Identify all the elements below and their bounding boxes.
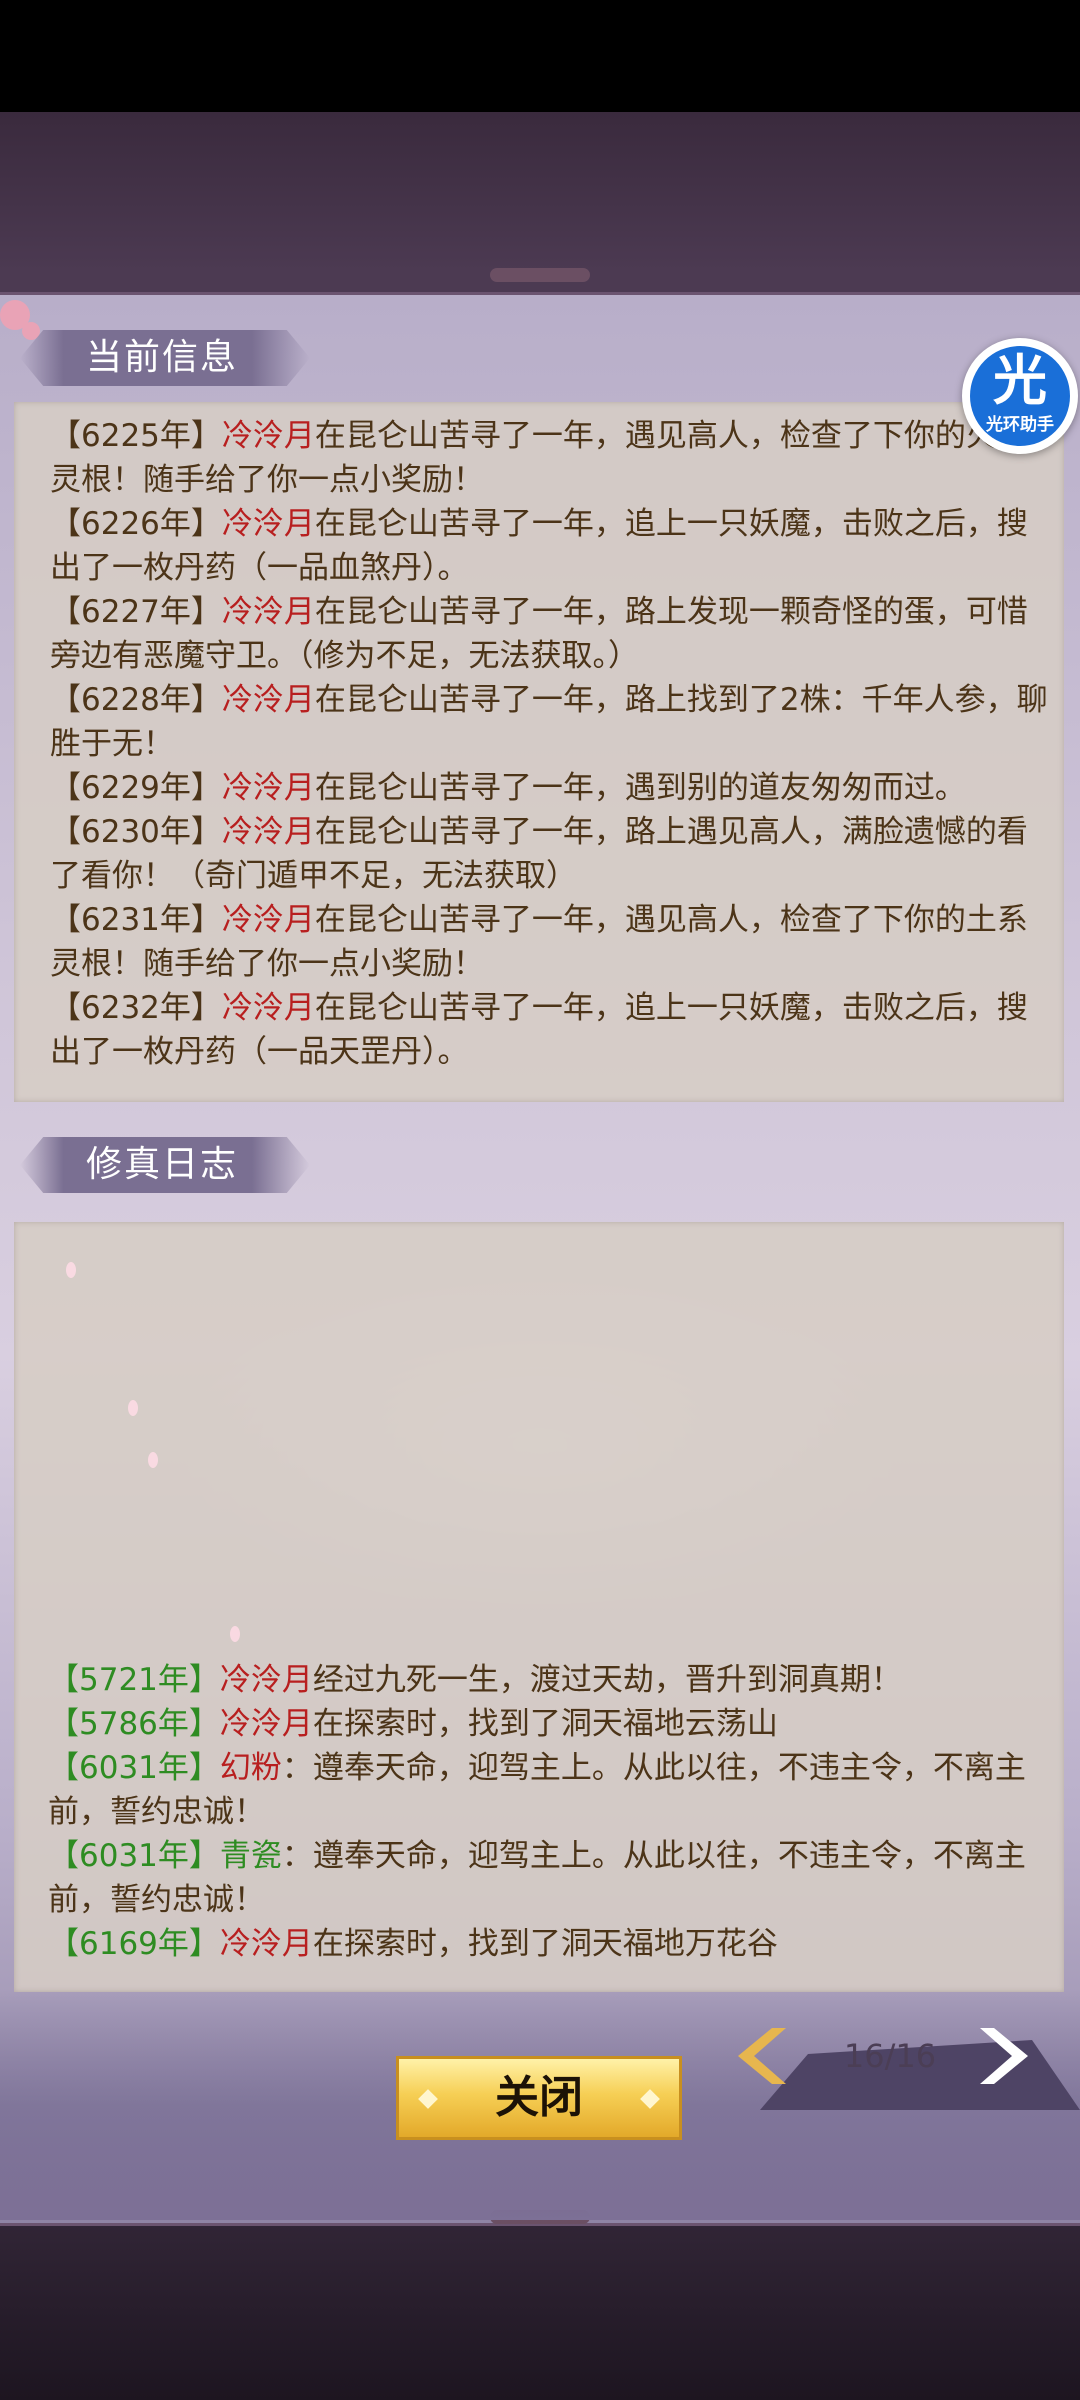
entry-year: 【6227年】 [50, 594, 222, 630]
entry-text: 在昆仑山苦寻了一年，遇到别的道友匆匆而过。 [314, 770, 966, 806]
log-entry: 【5786年】冷泠月在探索时，找到了洞天福地云荡山 [48, 1702, 1048, 1746]
prev-page-button[interactable] [736, 2026, 788, 2086]
log-entry: 【6230年】冷泠月在昆仑山苦寻了一年，路上遇见高人，满脸遗憾的看了看你！（奇门… [50, 810, 1050, 898]
helper-label: 光环助手 [986, 415, 1054, 435]
entry-year: 【6232年】 [50, 990, 222, 1026]
current-info-panel[interactable]: 【6225年】冷泠月在昆仑山苦寻了一年，遇见高人，检查了下你的火系灵根！随手给了… [14, 402, 1064, 1102]
entry-name: 冷泠月 [221, 594, 315, 630]
log-entry: 【6169年】冷泠月在探索时，找到了洞天福地万花谷 [48, 1922, 1048, 1966]
entry-year: 【6031年】 [48, 1838, 220, 1874]
entry-year: 【6225年】 [50, 418, 222, 454]
cultivation-log-panel[interactable]: 【5721年】冷泠月经过九死一生，渡过天劫，晋升到洞真期！ 【5786年】冷泠月在… [14, 1222, 1064, 1992]
petal-decoration [66, 1262, 76, 1278]
next-page-button[interactable] [978, 2026, 1030, 2086]
close-button[interactable]: 关闭 [396, 2056, 682, 2140]
current-info-title: 当前信息 [86, 337, 239, 378]
petal-decoration [230, 1626, 240, 1642]
cultivation-log-title: 修真日志 [86, 1144, 239, 1185]
frame-ornament-top [490, 268, 590, 282]
cultivation-log-list: 【5721年】冷泠月经过九死一生，渡过天劫，晋升到洞真期！ 【5786年】冷泠月在… [48, 1658, 1048, 1966]
petal-decoration [148, 1452, 158, 1468]
entry-name: 冷泠月 [219, 1706, 313, 1742]
log-entry: 【6031年】青瓷：遵奉天命，迎驾主上。从此以往，不违主令，不离主前，誓约忠诚！ [48, 1834, 1048, 1922]
entry-name: 冷泠月 [221, 682, 315, 718]
entry-name: 青瓷 [219, 1838, 282, 1874]
entry-name: 幻粉 [219, 1750, 282, 1786]
close-button-label: 关闭 [495, 2072, 583, 2123]
chevron-left-icon [738, 2028, 786, 2084]
log-entry: 【6232年】冷泠月在昆仑山苦寻了一年，追上一只妖魔，击败之后，搜出了一枚丹药（… [50, 986, 1050, 1074]
chevron-right-icon [980, 2028, 1028, 2084]
entry-name: 冷泠月 [219, 1926, 313, 1962]
log-entry: 【6225年】冷泠月在昆仑山苦寻了一年，遇见高人，检查了下你的火系灵根！随手给了… [50, 414, 1050, 502]
petal-decoration [128, 1400, 138, 1416]
entry-text: 经过九死一生，渡过天劫，晋升到洞真期！ [312, 1662, 902, 1698]
helper-glyph: 光 [993, 349, 1047, 412]
entry-text: 在探索时，找到了洞天福地云荡山 [312, 1706, 778, 1742]
entry-name: 冷泠月 [221, 506, 315, 542]
log-entry: 【6228年】冷泠月在昆仑山苦寻了一年，路上找到了2株：千年人参，聊胜于无！ [50, 678, 1050, 766]
helper-icon: 光 光环助手 [970, 346, 1070, 446]
log-entry: 【5721年】冷泠月经过九死一生，渡过天劫，晋升到洞真期！ [48, 1658, 1048, 1702]
entry-year: 【6231年】 [50, 902, 222, 938]
entry-year: 【6228年】 [50, 682, 222, 718]
entry-year: 【5721年】 [48, 1662, 220, 1698]
entry-year: 【6169年】 [48, 1926, 220, 1962]
entry-name: 冷泠月 [221, 770, 315, 806]
log-entry: 【6227年】冷泠月在昆仑山苦寻了一年，路上发现一颗奇怪的蛋，可惜旁边有恶魔守卫… [50, 590, 1050, 678]
entry-year: 【6226年】 [50, 506, 222, 542]
entry-name: 冷泠月 [221, 902, 315, 938]
diamond-ornament-icon [640, 2089, 660, 2109]
entry-name: 冷泠月 [219, 1662, 313, 1698]
diamond-ornament-icon [418, 2089, 438, 2109]
log-entry: 【6229年】冷泠月在昆仑山苦寻了一年，遇到别的道友匆匆而过。 [50, 766, 1050, 810]
log-entry: 【6031年】幻粉：遵奉天命，迎驾主上。从此以往，不违主令，不离主前，誓约忠诚！ [48, 1746, 1048, 1834]
log-entry: 【6231年】冷泠月在昆仑山苦寻了一年，遇见高人，检查了下你的土系灵根！随手给了… [50, 898, 1050, 986]
status-bar [0, 0, 1080, 112]
entry-year: 【6031年】 [48, 1750, 220, 1786]
helper-badge[interactable]: 光 光环助手 [962, 338, 1078, 454]
entry-name: 冷泠月 [221, 990, 315, 1026]
entry-name: 冷泠月 [221, 814, 315, 850]
entry-year: 【6229年】 [50, 770, 222, 806]
entry-year: 【5786年】 [48, 1706, 220, 1742]
current-info-list: 【6225年】冷泠月在昆仑山苦寻了一年，遇见高人，检查了下你的火系灵根！随手给了… [50, 414, 1050, 1074]
log-entry: 【6226年】冷泠月在昆仑山苦寻了一年，追上一只妖魔，击败之后，搜出了一枚丹药（… [50, 502, 1050, 590]
entry-year: 【6230年】 [50, 814, 222, 850]
page-indicator: 16/16 [843, 2037, 937, 2075]
entry-name: 冷泠月 [221, 418, 315, 454]
entry-text: 在探索时，找到了洞天福地万花谷 [312, 1926, 778, 1962]
